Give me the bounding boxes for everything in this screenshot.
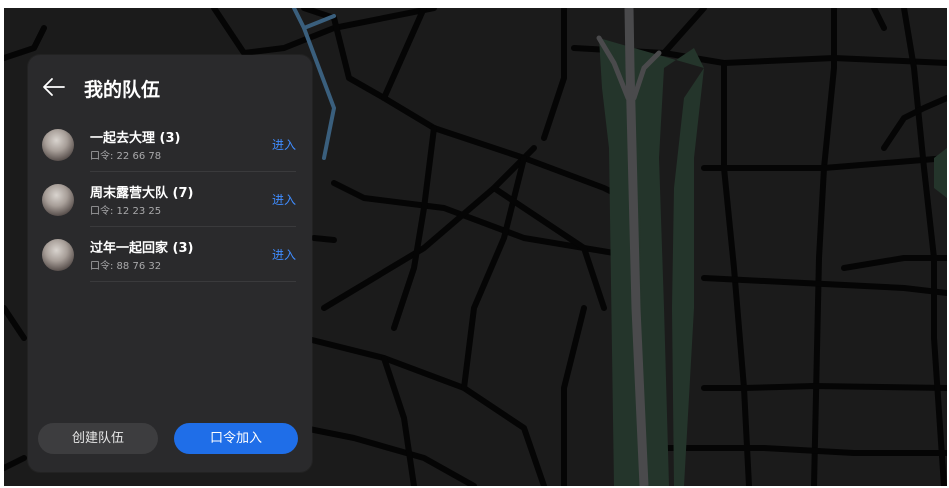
join-by-code-button[interactable]: 口令加入 [174, 423, 298, 454]
team-name: 一起去大理 (3) [90, 131, 181, 146]
team-row[interactable]: 周末露营大队 (7) 口令: 12 23 25 进入 [28, 172, 312, 227]
panel-header: 我的队伍 [28, 55, 312, 117]
team-avatar [42, 184, 74, 216]
team-list: 一起去大理 (3) 口令: 22 66 78 进入 周末露营大队 (7) 口令:… [28, 117, 312, 282]
back-arrow-icon[interactable] [42, 77, 66, 97]
team-code: 口令: 22 66 78 [90, 151, 162, 162]
enter-team-button[interactable]: 进入 [272, 191, 296, 208]
create-team-button[interactable]: 创建队伍 [38, 423, 158, 454]
team-code: 口令: 12 23 25 [90, 206, 162, 217]
row-divider [90, 281, 296, 282]
my-teams-panel: 我的队伍 一起去大理 (3) 口令: 22 66 78 进入 周末露营大队 (7… [28, 55, 312, 472]
team-name: 周末露营大队 (7) [90, 186, 194, 201]
team-avatar [42, 239, 74, 271]
panel-title: 我的队伍 [84, 79, 161, 101]
team-avatar [42, 129, 74, 161]
back-arrow-glyph [43, 78, 65, 96]
enter-team-button[interactable]: 进入 [272, 136, 296, 153]
map-container[interactable]: 我的队伍 一起去大理 (3) 口令: 22 66 78 进入 周末露营大队 (7… [4, 8, 947, 486]
park-area-right [934, 148, 947, 198]
team-row[interactable]: 过年一起回家 (3) 口令: 88 76 32 进入 [28, 227, 312, 282]
enter-team-button[interactable]: 进入 [272, 246, 296, 263]
team-row[interactable]: 一起去大理 (3) 口令: 22 66 78 进入 [28, 117, 312, 172]
team-code: 口令: 88 76 32 [90, 261, 162, 272]
team-name: 过年一起回家 (3) [90, 241, 194, 256]
